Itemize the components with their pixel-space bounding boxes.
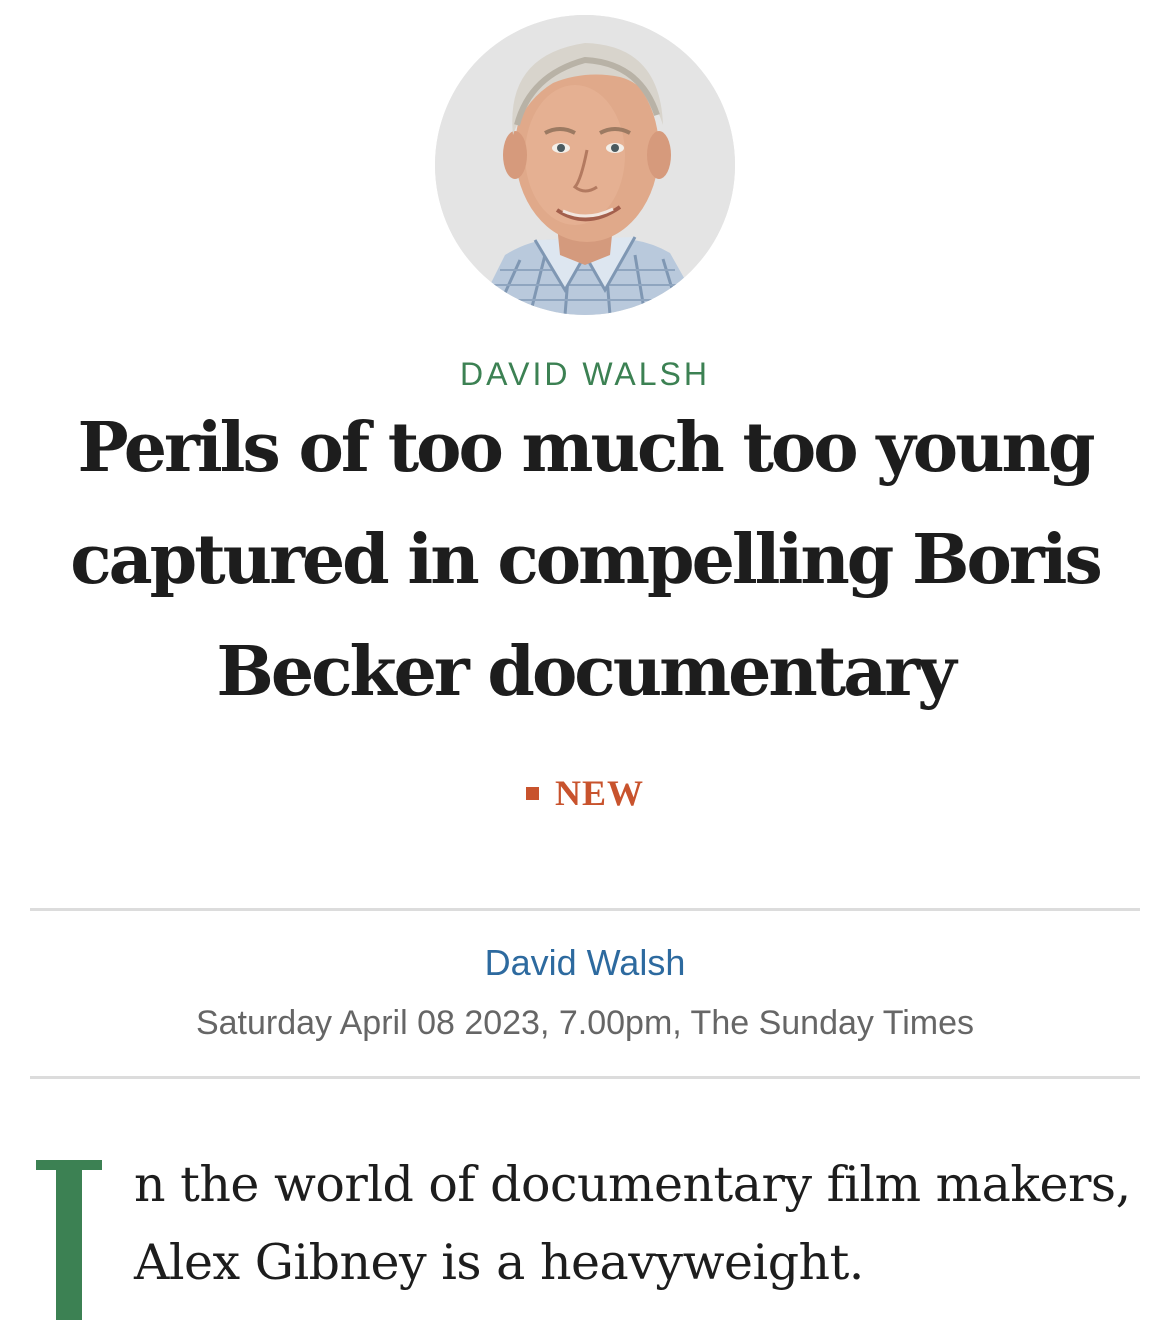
dropcap-letter: I (36, 1160, 102, 1320)
byline-author-link[interactable]: David Walsh (0, 940, 1170, 986)
divider-bottom (30, 1076, 1140, 1079)
new-badge-label: NEW (554, 773, 644, 813)
author-portrait-image (435, 15, 735, 315)
divider-top (30, 908, 1140, 911)
author-avatar[interactable] (435, 15, 735, 315)
new-badge: NEW (0, 770, 1170, 816)
article-body-paragraph: n the world of documentary film makers, … (134, 1156, 1131, 1291)
badge-square-icon (525, 787, 539, 801)
article-headline: Perils of too much too young captured in… (70, 408, 1103, 712)
byline-date-publication: Saturday April 08 2023, 7.00pm, The Sund… (195, 1004, 975, 1042)
author-kicker[interactable]: DAVID WALSH (0, 352, 1170, 396)
